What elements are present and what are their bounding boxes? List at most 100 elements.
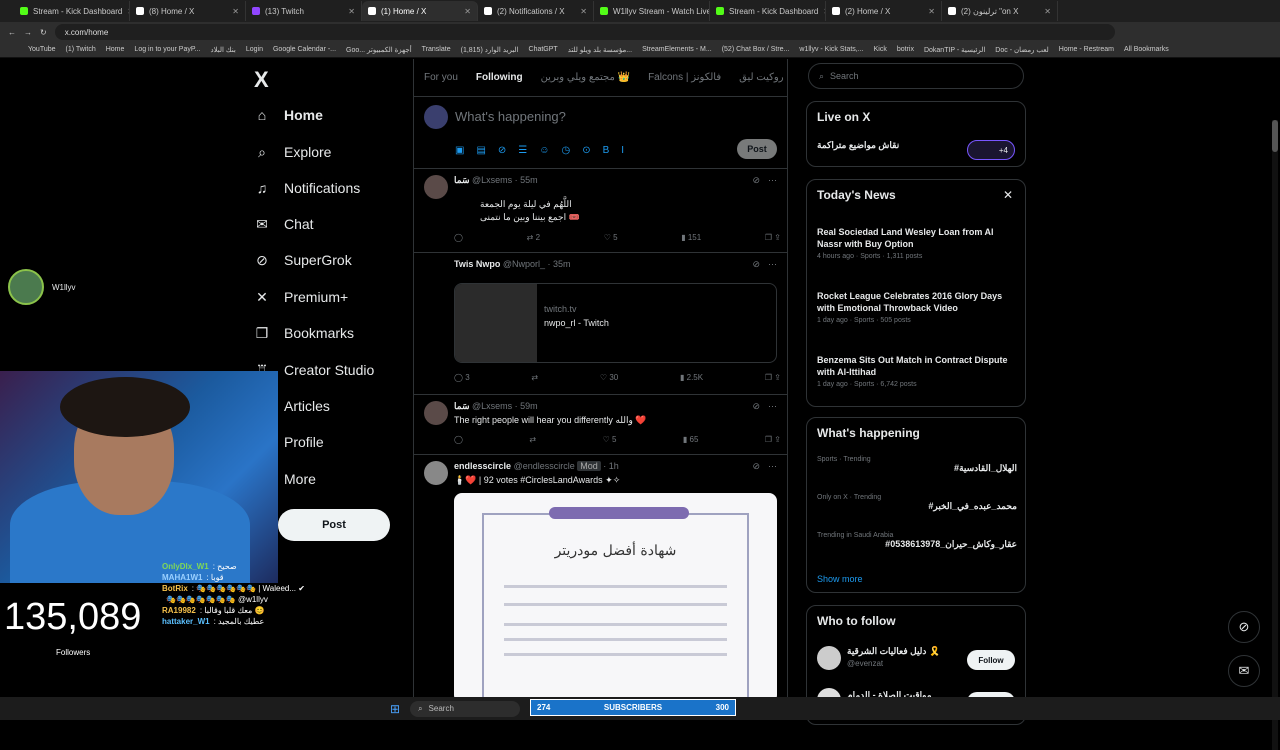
author-handle[interactable]: @Nwporl_ [503, 259, 545, 269]
close-icon[interactable]: ✕ [580, 7, 587, 16]
bookmark-item[interactable]: مؤسسة بلد ويلو للتد... [568, 46, 632, 54]
gif-icon[interactable]: ▤ [476, 145, 485, 156]
compose-input[interactable]: What's happening? [455, 109, 566, 124]
grok-icon[interactable]: ⊘ [752, 259, 760, 270]
more-icon[interactable]: ⋯ [768, 461, 777, 472]
views-icon[interactable]: ▮ 2.5K [680, 373, 703, 382]
emoji-icon[interactable]: ☺ [539, 145, 549, 156]
tweet[interactable]: سَما @Lxsems · 55m ⊘ ⋯ اللَّهُم في ليلة ي… [414, 169, 787, 253]
tweet[interactable]: Twis Nwpo @Nwporl_ · 35m ⊘ ⋯ twitch.tv nw… [414, 253, 787, 395]
browser-tab[interactable]: Stream - Kick Dashboard✕ [14, 1, 130, 21]
close-icon[interactable]: ✕ [1003, 188, 1013, 202]
nav-item-home[interactable]: ⌂ Home [254, 107, 323, 123]
browser-tab[interactable]: Stream - Kick Dashboard✕ [710, 1, 826, 21]
schedule-icon[interactable]: ◷ [561, 145, 570, 156]
link-card[interactable]: twitch.tv nwpo_rl - Twitch [454, 283, 777, 363]
italic-icon[interactable]: I [621, 145, 624, 156]
like-icon[interactable]: ♡ 5 [604, 233, 618, 242]
like-icon[interactable]: ♡ 5 [603, 435, 617, 444]
bookmark-item[interactable]: (1) Twitch [66, 46, 96, 53]
bookmark-item[interactable]: Home - Restream [1059, 46, 1114, 53]
back-icon[interactable]: ← [8, 28, 16, 37]
bookmark-item[interactable]: botrix [897, 46, 914, 53]
more-icon[interactable]: ⋯ [768, 401, 777, 412]
bookmark-item[interactable]: Goo... أجهزة الكمبيوتر [346, 46, 412, 54]
grok-icon[interactable]: ⊘ [752, 175, 760, 186]
browser-tab[interactable]: (2) Notifications / X ✕ [478, 1, 594, 21]
reload-icon[interactable]: ↻ [40, 28, 47, 37]
avatar[interactable] [424, 401, 448, 425]
browser-tab[interactable]: (2) Home / X ✕ [826, 1, 942, 21]
bookmark-item[interactable]: DokanTIP - الرئيسية [924, 46, 985, 54]
avatar[interactable] [817, 646, 841, 670]
avatar[interactable] [424, 175, 448, 199]
certificate-image[interactable]: شهادة أفضل مودريتر [454, 493, 777, 703]
compose-post-button[interactable]: Post [737, 139, 777, 159]
forward-icon[interactable]: → [24, 28, 32, 37]
tweet[interactable]: سَما @Lxsems · 59m ⊘ ⋯ The right people w… [414, 395, 787, 455]
bookmark-icon[interactable]: ❐ ⇪ [765, 435, 781, 444]
scrollbar-thumb[interactable] [1272, 120, 1278, 152]
retweet-icon[interactable]: ⇄ 2 [527, 233, 540, 242]
more-icon[interactable]: ⋯ [768, 259, 777, 270]
bookmark-item[interactable]: Log in to your PayP... [134, 46, 200, 53]
nav-item-premium-[interactable]: ✕ Premium+ [254, 289, 348, 306]
follow-name[interactable]: دليل فعاليات الشرقية 🎗️ [847, 646, 940, 657]
close-icon[interactable]: ✕ [232, 7, 239, 16]
tweet-time[interactable]: 1h [609, 461, 619, 471]
nav-item-chat[interactable]: ✉ Chat [254, 216, 313, 233]
tweet-time[interactable]: 59m [520, 401, 538, 411]
browser-tab[interactable]: (8) Home / X ✕ [130, 1, 246, 21]
poll-icon[interactable]: ☰ [518, 145, 527, 156]
timeline-tab[interactable]: For you [424, 72, 458, 83]
trend-item[interactable]: Trending in Saudi Arabia #عقار_وكاش_حيران… [817, 532, 1017, 550]
news-item[interactable]: Rocket League Celebrates 2016 Glory Days… [817, 290, 1017, 324]
close-icon[interactable]: ✕ [928, 7, 935, 16]
timeline-tab[interactable]: روكيت ليق [739, 72, 783, 83]
browser-tab[interactable]: (1) Home / X ✕ [362, 1, 478, 21]
close-icon[interactable]: ✕ [1044, 7, 1051, 16]
more-icon[interactable]: ⋯ [768, 175, 777, 186]
browser-tab[interactable]: W1llyv Stream - Watch Live o✕ [594, 1, 710, 21]
bookmark-item[interactable]: بنك البلاد [210, 46, 235, 54]
retweet-icon[interactable]: ⇄ [529, 435, 536, 444]
reply-icon[interactable]: ◯ 3 [454, 373, 470, 382]
author-handle[interactable]: @endlesscircle [514, 461, 575, 471]
reply-icon[interactable]: ◯ [454, 233, 463, 242]
bookmark-item[interactable]: البريد الوارد (1,815) [461, 46, 519, 54]
bookmark-icon[interactable]: ❐ ⇪ [765, 233, 781, 242]
author-name[interactable]: endlesscircle [454, 461, 511, 471]
windows-start-icon[interactable]: ⊞ [390, 702, 400, 716]
grok-icon[interactable]: ⊘ [752, 401, 760, 412]
grok-icon[interactable]: ⊘ [498, 145, 506, 156]
timeline-tab[interactable]: Following [476, 72, 523, 83]
reply-icon[interactable]: ◯ [454, 435, 463, 444]
bookmark-icon[interactable]: ❐ ⇪ [765, 373, 781, 382]
messages-icon[interactable]: ✉ [1228, 655, 1260, 687]
bookmark-item[interactable]: Home [106, 46, 125, 53]
trend-item[interactable]: Sports · Trending #الهلال_القادسية [817, 456, 1017, 474]
close-icon[interactable]: ✕ [464, 7, 471, 16]
nav-item-bookmarks[interactable]: ❐ Bookmarks [254, 325, 354, 342]
bold-icon[interactable]: B [603, 145, 610, 156]
bookmark-item[interactable]: w1llyv - Kick Stats,... [799, 46, 863, 53]
bookmark-item[interactable]: Kick [874, 46, 887, 53]
bookmark-item[interactable]: All Bookmarks [1124, 46, 1169, 53]
nav-item-notifications[interactable]: ♫ Notifications [254, 180, 361, 196]
live-space-title[interactable]: نقاش مواضيع متراكمة [817, 140, 899, 151]
grok-icon[interactable]: ⊘ [752, 461, 760, 472]
tweet-time[interactable]: 55m [520, 175, 538, 185]
url-field[interactable]: x.com/home [54, 24, 1115, 40]
avatar[interactable] [424, 461, 448, 485]
bookmark-item[interactable]: YouTube [28, 46, 56, 53]
timeline-tab[interactable]: مجتمع ويلي وبرين 👑 [541, 72, 631, 83]
timeline-tab[interactable]: Falcons | فالكونز [648, 72, 721, 83]
location-icon[interactable]: ⊙ [582, 145, 590, 156]
nav-item-explore[interactable]: ⌕ Explore [254, 144, 331, 161]
browser-tab[interactable]: (13) Twitch ✕ [246, 1, 362, 21]
author-name[interactable]: سَما [454, 175, 470, 185]
search-input[interactable]: ⌕ Search [808, 63, 1024, 89]
bookmark-item[interactable]: StreamElements - M... [642, 46, 712, 53]
news-item[interactable]: Benzema Sits Out Match in Contract Dispu… [817, 354, 1017, 388]
bookmark-item[interactable]: Google Calendar -... [273, 46, 336, 53]
